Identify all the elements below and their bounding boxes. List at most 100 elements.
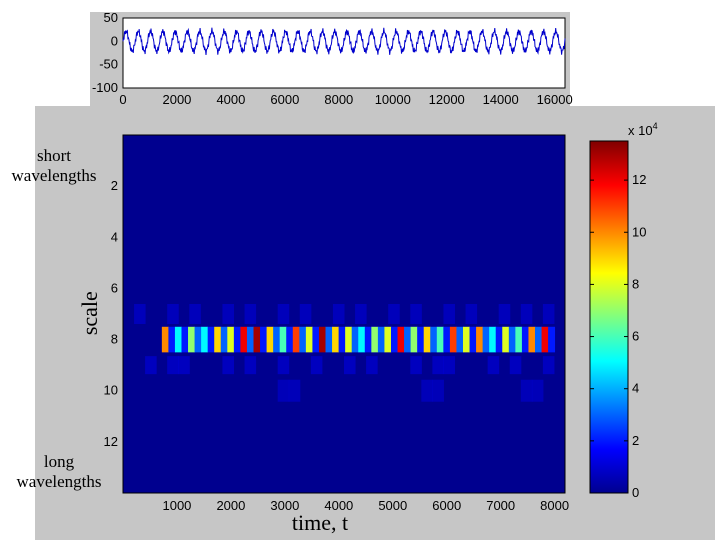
heatmap-weak-cell (222, 304, 234, 324)
heatmap-cell (253, 326, 261, 353)
heatmap-cell (299, 326, 307, 353)
heatmap-cell (220, 326, 228, 353)
heatmap-weak-cell (443, 356, 455, 375)
heatmap-weak-cell (244, 304, 257, 324)
heatmap-cell (168, 326, 176, 353)
colorbar-tick: 4 (632, 381, 639, 396)
colorbar-tick: 8 (632, 276, 639, 291)
heatmap-cell (397, 326, 405, 353)
heatmap-cell (325, 326, 333, 353)
heatmap-cell (214, 326, 222, 353)
heatmap-weak-cell (167, 304, 179, 324)
heatmap-weak-cell (531, 379, 544, 402)
heatmap-weak-cell (288, 379, 301, 402)
heatmap-weak-cell (520, 304, 533, 324)
heatmap-cell (384, 326, 392, 353)
heatmap-cell (332, 326, 340, 353)
heatmap-weak-cell (277, 356, 290, 375)
heatmap-weak-cell (332, 304, 345, 324)
heatmap-weak-cell (432, 379, 444, 402)
heatmap-cell (233, 326, 241, 353)
heatmap-cell (410, 326, 418, 353)
signal-x-tick: 14000 (483, 92, 519, 107)
heatmap-cell (260, 326, 267, 353)
heatmap-cell (279, 326, 287, 353)
heatmap-cell (338, 326, 346, 353)
heatmap-cell (227, 326, 235, 353)
heatmap-cell (515, 326, 523, 353)
signal-y-tick: -100 (92, 80, 118, 95)
heatmap-cell (161, 326, 169, 353)
heatmap-cell (456, 326, 464, 353)
heatmap-cell (351, 326, 359, 353)
heatmap-weak-cell (421, 379, 433, 402)
heatmap-cell (364, 326, 372, 353)
heatmap-cell (443, 326, 451, 353)
heatmap-cell (246, 326, 254, 353)
heatmap-cell (312, 326, 320, 353)
heatmap-weak-cell (299, 304, 312, 324)
heatmap-cell (423, 326, 431, 353)
heatmap-cell (541, 326, 549, 353)
colorbar-tick: 12 (632, 172, 646, 187)
heatmap-weak-cell (498, 304, 511, 324)
heatmap-weak-cell (244, 356, 257, 375)
heatmap-weak-cell (134, 304, 146, 324)
heatmap-cell (476, 326, 484, 353)
heatmap-weak-cell (355, 304, 367, 324)
heatmap-weak-cell (277, 304, 290, 324)
heatmap-cell (449, 326, 457, 353)
heatmap-weak-cell (277, 379, 290, 402)
heatmap-cell (240, 326, 248, 353)
signal-x-tick: 4000 (216, 92, 245, 107)
heatmap-cell (174, 326, 182, 353)
scalogram-x-tick: 5000 (378, 498, 407, 513)
heatmap-weak-cell (344, 356, 356, 375)
heatmap-weak-cell (443, 304, 455, 324)
heatmap-cell (318, 326, 326, 353)
colorbar-tick: 0 (632, 485, 639, 500)
signal-y-tick: 50 (104, 10, 118, 25)
heatmap-cell (371, 326, 379, 353)
heatmap-cell (188, 326, 195, 353)
heatmap-cell (502, 326, 510, 353)
heatmap-weak-cell (410, 356, 422, 375)
scalogram-x-tick: 2000 (216, 498, 245, 513)
colorbar-tick: 6 (632, 329, 639, 344)
scalogram-y-tick: 6 (111, 280, 118, 295)
heatmap-cell (535, 326, 542, 353)
heatmap-weak-cell (509, 356, 522, 375)
heatmap-weak-cell (366, 356, 378, 375)
heatmap-cell (292, 326, 300, 353)
colorbar-tick: 10 (632, 224, 646, 239)
scalogram-y-tick: 2 (111, 178, 118, 193)
heatmap-cell (273, 326, 281, 353)
heatmap-cell (436, 326, 444, 353)
heatmap-weak-cell (388, 304, 400, 324)
heatmap-cell (508, 326, 516, 353)
scalogram-x-tick: 7000 (486, 498, 515, 513)
heatmap-cell (404, 326, 412, 353)
heatmap-weak-cell (310, 356, 323, 375)
heatmap-cell (495, 326, 503, 353)
heatmap-cell (462, 326, 470, 353)
signal-y-tick: -50 (99, 57, 118, 72)
scalogram-x-tick: 8000 (540, 498, 569, 513)
signal-x-tick: 2000 (162, 92, 191, 107)
long-wavelengths-annotation: long wavelengths (16, 452, 102, 492)
heatmap-cell (521, 326, 529, 353)
heatmap-weak-cell (189, 304, 201, 324)
heatmap-weak-cell (542, 356, 555, 375)
heatmap-cell (482, 326, 490, 353)
heatmap-cell (207, 326, 215, 353)
heatmap-cell (548, 326, 556, 353)
heatmap-cell (201, 326, 209, 353)
heatmap-cell (377, 326, 385, 353)
scalogram-x-tick: 1000 (162, 498, 191, 513)
scalogram-y-tick: 12 (104, 434, 118, 449)
y-axis-label: scale (76, 291, 102, 336)
heatmap-cell (266, 326, 274, 353)
colorbar (589, 140, 629, 494)
heatmap-cell (181, 326, 189, 353)
signal-x-tick: 12000 (429, 92, 465, 107)
